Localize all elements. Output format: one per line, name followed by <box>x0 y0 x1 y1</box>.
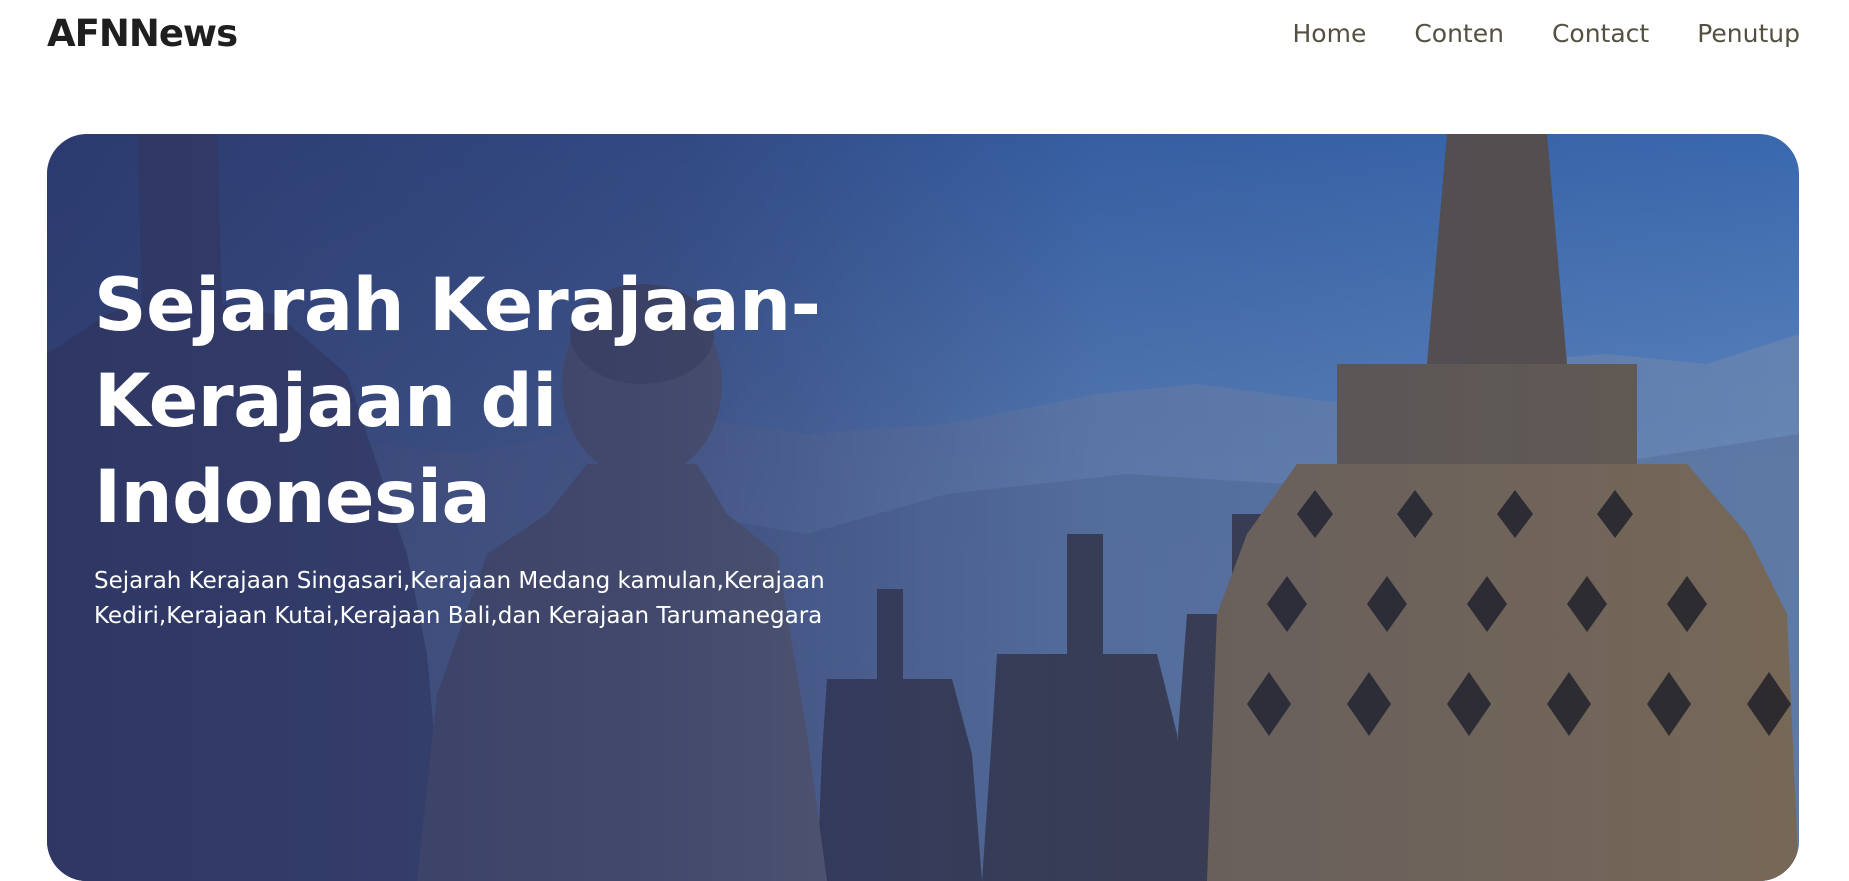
hero-subtitle: Sejarah Kerajaan Singasari,Kerajaan Meda… <box>94 568 825 629</box>
brand-logo[interactable]: AFNNews <box>47 12 238 56</box>
nav-menu: Home Conten Contact Penutup <box>1293 16 1801 52</box>
navbar: AFNNews Home Conten Contact Penutup <box>0 0 1849 70</box>
hero-title: Sejarah Kerajaan-Kerajaan di Indonesia <box>94 263 821 540</box>
hero-banner: Sejarah Kerajaan-Kerajaan di Indonesia S… <box>47 134 1799 881</box>
nav-link-conten[interactable]: Conten <box>1414 16 1504 52</box>
nav-link-contact[interactable]: Contact <box>1552 16 1649 52</box>
nav-link-penutup[interactable]: Penutup <box>1697 16 1800 52</box>
nav-link-home[interactable]: Home <box>1293 16 1367 52</box>
